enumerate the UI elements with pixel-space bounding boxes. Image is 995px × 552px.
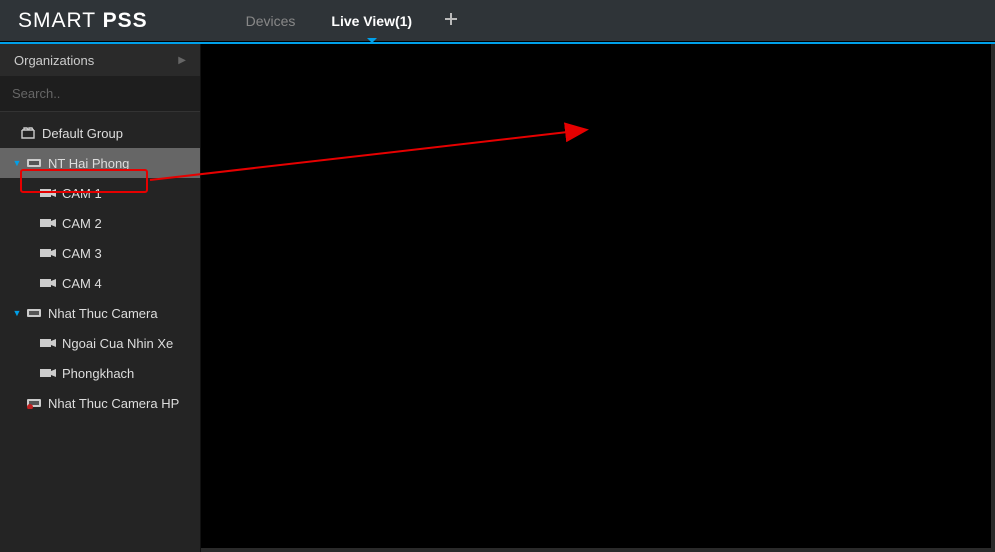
tree-camera-cam1[interactable]: CAM 1 [0,178,200,208]
organizations-label: Organizations [14,53,94,68]
app-title-bold: PSS [103,9,148,32]
plus-icon [444,12,458,26]
organizations-header[interactable]: Organizations ▶ [0,44,200,76]
device-icon [26,155,42,171]
tree-camera-label: CAM 1 [62,186,102,201]
tree-camera-cam2[interactable]: CAM 2 [0,208,200,238]
group-icon [20,125,36,141]
expand-spacer: ▼ [6,128,16,138]
camera-icon [40,215,56,231]
search-input[interactable] [12,86,188,101]
tree-camera-label: CAM 4 [62,276,102,291]
app-header: SMART PSS Devices Live View(1) [0,0,995,42]
tree-device-nhatthuchp[interactable]: ▼ Nhat Thuc Camera HP [0,388,200,418]
collapse-icon[interactable]: ▼ [12,308,22,318]
device-icon [26,305,42,321]
tree-camera-label: CAM 3 [62,246,102,261]
right-border [991,44,995,552]
tree-root[interactable]: ▼ Default Group [0,118,200,148]
add-tab-button[interactable] [430,9,472,32]
tab-devices-label: Devices [246,13,296,29]
tab-liveview[interactable]: Live View(1) [313,0,430,41]
tree-root-label: Default Group [42,126,123,141]
tab-bar: Devices Live View(1) [228,0,472,41]
device-tree: ▼ Default Group ▼ NT Hai Phong CAM 1 CAM [0,112,200,552]
expand-spacer: ▼ [12,398,22,408]
tree-device-nthai[interactable]: ▼ NT Hai Phong [0,148,200,178]
tree-camera-label: Phongkhach [62,366,134,381]
bottom-border [201,548,995,552]
tree-device-label: Nhat Thuc Camera HP [48,396,179,411]
search-box [0,76,200,112]
content-area: Organizations ▶ ▼ Default Group ▼ NT Hai… [0,44,995,552]
camera-icon [40,185,56,201]
camera-icon [40,245,56,261]
tree-device-label: Nhat Thuc Camera [48,306,158,321]
tree-camera-cam3[interactable]: CAM 3 [0,238,200,268]
tab-liveview-label: Live View(1) [331,13,412,29]
tree-device-label: NT Hai Phong [48,156,129,171]
sidebar: Organizations ▶ ▼ Default Group ▼ NT Hai… [0,44,201,552]
tree-camera-label: CAM 2 [62,216,102,231]
camera-icon [40,365,56,381]
video-grid[interactable] [201,44,995,552]
app-title-light: SMART [18,9,103,32]
tree-camera-phongkhach[interactable]: Phongkhach [0,358,200,388]
app-title: SMART PSS [18,9,148,33]
tab-devices[interactable]: Devices [228,0,314,41]
tree-camera-label: Ngoai Cua Nhin Xe [62,336,173,351]
tree-camera-cam4[interactable]: CAM 4 [0,268,200,298]
tree-camera-ngoaicua[interactable]: Ngoai Cua Nhin Xe [0,328,200,358]
camera-icon [40,335,56,351]
tree-device-nhatthuc[interactable]: ▼ Nhat Thuc Camera [0,298,200,328]
device-offline-icon [26,395,42,411]
chevron-right-icon: ▶ [178,55,186,66]
camera-icon [40,275,56,291]
collapse-icon[interactable]: ▼ [12,158,22,168]
